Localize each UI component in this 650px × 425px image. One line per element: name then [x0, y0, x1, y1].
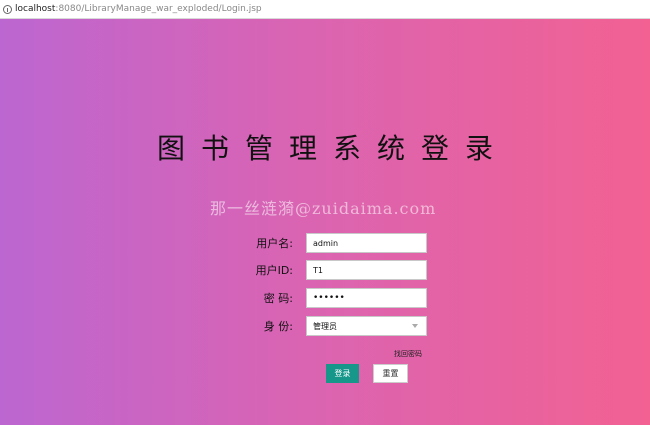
- browser-window: localhost:8080/LibraryManage_war_explode…: [0, 0, 650, 425]
- password-label: 密 码:: [263, 292, 293, 305]
- login-page: 图书管理系统登录 那一丝涟漪@zuidaima.com 用户名: 用户ID: 密…: [0, 19, 650, 425]
- watermark: 那一丝涟漪@zuidaima.com: [210, 199, 437, 218]
- login-button[interactable]: 登录: [326, 364, 359, 383]
- user-id-label: 用户ID:: [255, 264, 293, 277]
- forgot-password-link[interactable]: 找回密码: [394, 349, 422, 359]
- chevron-down-icon: [412, 324, 418, 328]
- url-host: localhost: [15, 4, 56, 14]
- username-input[interactable]: [306, 233, 427, 253]
- role-label: 身 份:: [263, 320, 293, 333]
- page-title: 图书管理系统登录: [156, 132, 509, 165]
- password-input[interactable]: ••••••: [306, 288, 427, 308]
- password-row: 密 码: ••••••: [0, 288, 650, 308]
- user-id-input[interactable]: [306, 260, 427, 280]
- username-row: 用户名:: [0, 233, 650, 253]
- user-id-row: 用户ID:: [0, 260, 650, 280]
- info-icon[interactable]: [3, 4, 12, 14]
- password-value: ••••••: [313, 293, 345, 303]
- username-label: 用户名:: [256, 237, 293, 250]
- role-select[interactable]: 管理员: [306, 316, 427, 336]
- address-bar[interactable]: localhost:8080/LibraryManage_war_explode…: [0, 0, 650, 19]
- url-path: :8080/LibraryManage_war_exploded/Login.j…: [55, 4, 262, 14]
- reset-button[interactable]: 重置: [373, 364, 408, 383]
- role-selected-value: 管理员: [313, 321, 337, 331]
- role-row: 身 份: 管理员: [0, 316, 650, 336]
